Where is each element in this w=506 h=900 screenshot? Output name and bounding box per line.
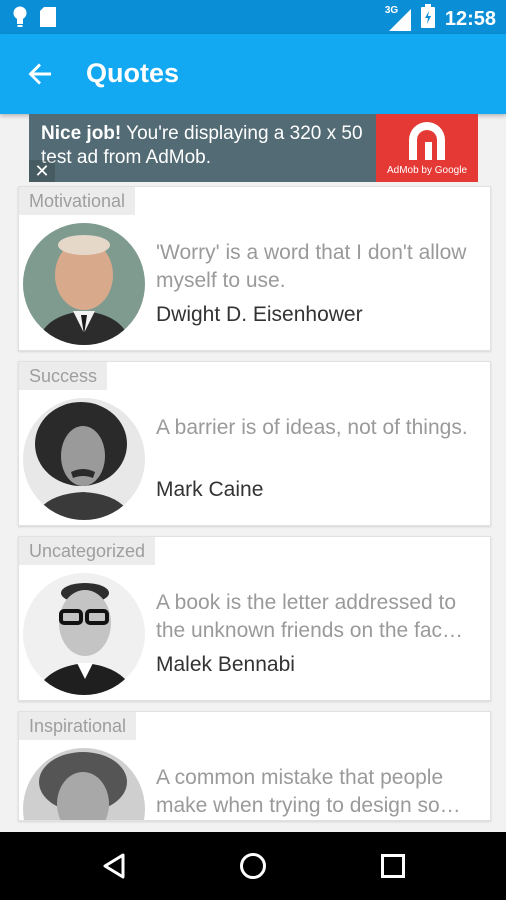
quote-text: A common mistake that people make when t… [156,766,461,817]
category-label: Uncategorized [19,537,156,565]
sd-card-icon [40,7,56,32]
quote-card[interactable]: Motivational 'Worry' is a word that I do… [18,186,491,351]
admob-icon [409,122,445,160]
ad-banner[interactable]: Nice job! You're displaying a 320 x 50 t… [29,114,478,182]
nav-recents-button[interactable] [373,846,413,886]
quote-author: Dwight D. Eisenhower [156,303,363,326]
category-label: Motivational [19,187,136,215]
triangle-back-icon [103,853,125,879]
quote-text: 'Worry' is a word that I don't allow mys… [156,241,467,292]
battery-icon [420,4,435,33]
quote-text: A book is the letter addressed to the un… [156,591,464,642]
ad-close-button[interactable]: ✕ [29,160,55,182]
ad-text: Nice job! You're displaying a 320 x 50 t… [41,122,377,170]
page-title: Quotes [86,58,180,88]
status-bar: 3G 12:58 [0,0,506,34]
quote-card[interactable]: Inspirational A common mistake that peop… [18,711,491,821]
arrow-left-icon [28,63,51,85]
signal-icon: 3G [384,4,411,31]
author-avatar [23,748,145,820]
ad-headline: Nice job! [41,123,122,144]
status-time: 12:58 [444,7,496,30]
quote-author: Mark Caine [156,478,264,501]
back-button[interactable] [22,56,58,92]
nav-back-button[interactable] [94,846,134,886]
author-avatar [23,223,145,345]
signal-label: 3G [384,4,399,16]
navigation-bar [0,832,506,900]
quote-author: Malek Bennabi [156,653,295,676]
author-avatar [23,573,145,695]
circle-home-icon [240,853,266,879]
nav-home-button[interactable] [233,846,273,886]
quote-text: A barrier is of ideas, not of things. [156,416,468,439]
lightbulb-icon [12,6,28,33]
author-avatar [23,398,145,520]
quote-card[interactable]: Success A barrier is of ideas, not of th… [18,361,491,526]
ad-brand: AdMob by Google [386,165,468,176]
category-label: Success [19,362,108,390]
app-bar: Quotes [0,34,506,114]
admob-logo[interactable]: AdMob by Google [376,114,478,182]
quote-card[interactable]: Uncategorized A book is the letter addre… [18,536,491,701]
square-recents-icon [381,854,405,878]
category-label: Inspirational [19,712,137,740]
